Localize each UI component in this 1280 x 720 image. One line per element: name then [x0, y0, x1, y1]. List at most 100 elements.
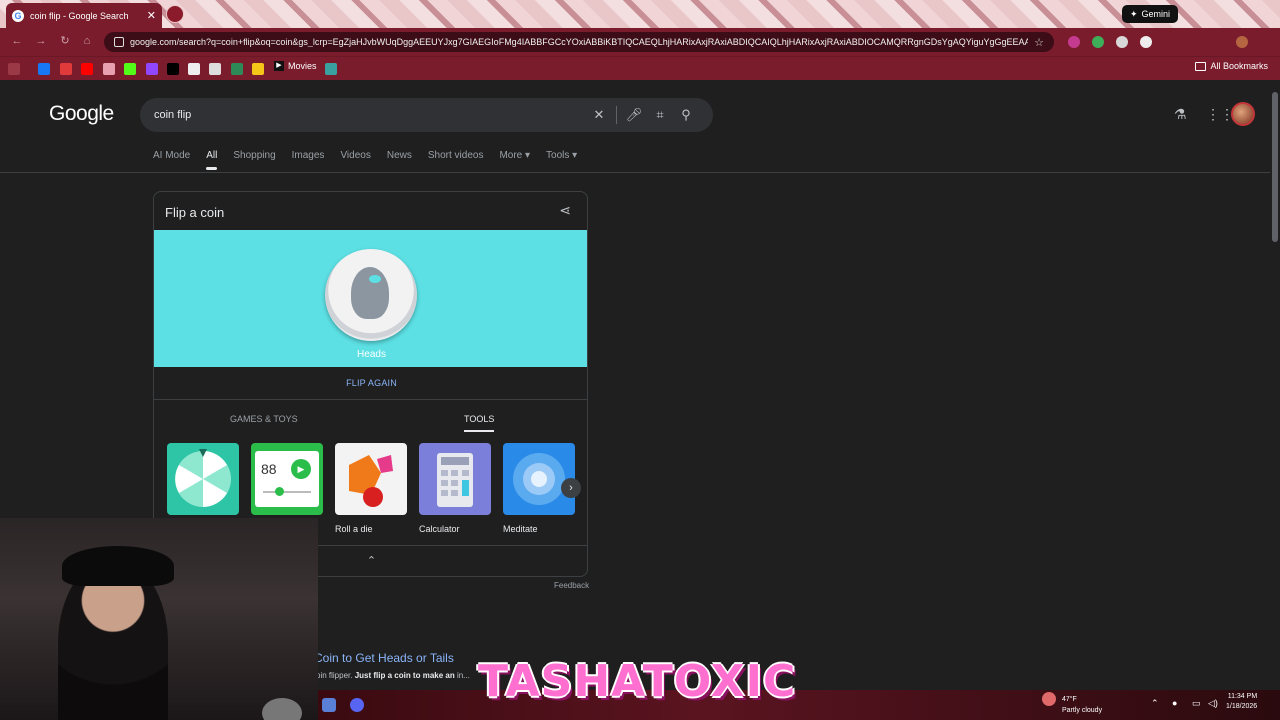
coin-area[interactable]: Heads [154, 230, 587, 367]
weather-icon [1042, 692, 1056, 706]
header-divider [0, 172, 1280, 173]
shield-extension-icon[interactable] [1092, 36, 1104, 48]
volume-icon[interactable]: ◁) [1208, 698, 1218, 709]
sparkle-icon: ✦ [1130, 8, 1138, 19]
calculator-tool[interactable] [419, 443, 491, 515]
laurel-icon [369, 275, 381, 283]
extension-icon[interactable] [1116, 36, 1128, 48]
bookmark-icon[interactable] [252, 63, 264, 75]
tab-tools-card[interactable]: TOOLS [464, 414, 495, 432]
metronome-tool[interactable]: 88 ▶ [251, 443, 323, 515]
search-box[interactable]: coin flip ✕ 🎤︎ ⌗ ⚲ [140, 98, 713, 132]
weather-widget[interactable]: 47°F Partly cloudy [1042, 692, 1102, 716]
result-title[interactable]: Coin to Get Heads or Tails [314, 651, 454, 665]
lens-camera-icon[interactable]: ⌗ [647, 107, 673, 123]
snippet-prefix: oin flipper. [316, 671, 355, 680]
extension-icon[interactable] [1068, 36, 1080, 48]
metronome-panel: 88 ▶ [255, 451, 319, 507]
bookmark-icon[interactable] [103, 63, 115, 75]
microphone-prop [262, 698, 302, 720]
profile-avatar-icon[interactable] [1236, 36, 1248, 48]
search-tabs: AI Mode All Shopping Images Videos News … [153, 150, 593, 170]
slider-track [263, 491, 311, 493]
youtube-bookmark-icon[interactable] [81, 63, 93, 75]
feedback-link[interactable]: Feedback [554, 581, 589, 590]
bookmark-star-icon[interactable]: ☆ [1034, 36, 1044, 49]
tray-chevron-icon[interactable]: ⌃ [1151, 698, 1159, 709]
x-bookmark-icon[interactable] [167, 63, 179, 75]
search-input[interactable]: coin flip [154, 109, 586, 121]
tab-all[interactable]: All [206, 150, 218, 170]
roll-a-die-label: Roll a die [335, 524, 373, 534]
weather-desc: Partly cloudy [1062, 707, 1103, 714]
twitch-bookmark-icon[interactable] [146, 63, 158, 75]
puzzle-extension-icon[interactable] [1140, 36, 1152, 48]
gemini-button[interactable]: ✦ Gemini [1122, 5, 1179, 23]
folder-icon [1195, 61, 1207, 71]
flip-again-button[interactable]: FLIP AGAIN [154, 378, 587, 388]
coin-heads-icon[interactable] [325, 249, 417, 341]
close-tab-icon[interactable]: ✕ [147, 9, 156, 22]
roll-a-die-tool[interactable] [335, 443, 407, 515]
home-icon[interactable]: ⌂ [80, 34, 94, 48]
bookmark-icon[interactable] [60, 63, 72, 75]
slider-thumb [275, 487, 284, 496]
new-tab-button[interactable] [166, 5, 184, 23]
search-icon[interactable]: ⚲ [673, 107, 699, 123]
taskbar [318, 690, 1280, 720]
bookmark-icon[interactable] [325, 63, 337, 75]
site-info-icon[interactable] [114, 37, 124, 47]
tab-images[interactable]: Images [292, 150, 325, 161]
scrollbar-thumb[interactable] [1272, 92, 1278, 242]
bookmark-icon[interactable] [209, 63, 221, 75]
tab-tools[interactable]: Tools ▾ [546, 150, 577, 161]
network-icon[interactable]: ▭ [1192, 698, 1201, 709]
all-bookmarks-button[interactable]: All Bookmarks [1195, 61, 1268, 71]
tab-videos[interactable]: Videos [340, 150, 370, 161]
stream-brand-logo: TASHATOXIC [478, 656, 797, 707]
tab-news[interactable]: News [387, 150, 412, 161]
system-clock[interactable]: 11:34 PM 1/18/2026 [1226, 692, 1257, 712]
labs-flask-icon[interactable]: ⚗ [1174, 106, 1187, 123]
mic-tray-icon[interactable]: ● [1172, 698, 1177, 708]
streamer-hat [62, 546, 174, 586]
apps-icon[interactable] [8, 63, 20, 75]
page-scrollbar[interactable] [1270, 80, 1280, 690]
gemini-label: Gemini [1141, 9, 1171, 19]
snippet-tail: in... [456, 671, 470, 680]
google-favicon-icon: G [12, 9, 24, 22]
chevron-up-icon: ⌃ [366, 555, 377, 567]
tab-shopping[interactable]: Shopping [233, 150, 275, 161]
back-icon[interactable]: ← [10, 34, 24, 48]
bookmark-movies[interactable]: ▶ Movies [274, 61, 317, 71]
browser-tab[interactable]: G coin flip - Google Search ✕ [6, 3, 162, 28]
metronome-bpm: 88 [261, 461, 277, 477]
kick-bookmark-icon[interactable] [124, 63, 136, 75]
tab-strip: G coin flip - Google Search ✕ ✦ Gemini [0, 0, 1280, 28]
tab-ai-mode[interactable]: AI Mode [153, 150, 190, 161]
card-subtabs: GAMES & TOYS TOOLS [154, 399, 587, 435]
tab-short-videos[interactable]: Short videos [428, 150, 484, 161]
coin-profile [351, 267, 389, 319]
google-logo[interactable]: Google [49, 102, 114, 126]
notepad-taskbar-icon[interactable] [322, 698, 336, 712]
carousel-next-icon[interactable]: › [561, 478, 581, 498]
share-icon[interactable]: ⋖ [559, 202, 571, 219]
apps-grid-icon[interactable]: ⋮⋮ [1206, 106, 1234, 123]
clear-icon[interactable]: ✕ [586, 107, 612, 123]
calculator-icon [437, 453, 473, 507]
reload-icon[interactable]: ↻ [58, 34, 72, 48]
forward-icon[interactable]: → [34, 34, 48, 48]
account-avatar[interactable] [1231, 102, 1255, 126]
facebook-bookmark-icon[interactable] [38, 63, 50, 75]
microphone-icon[interactable]: 🎤︎ [621, 107, 647, 123]
bookmark-icon[interactable] [231, 63, 243, 75]
coin-result: Heads [357, 349, 386, 360]
tab-more[interactable]: More ▾ [499, 150, 530, 161]
address-bar[interactable]: google.com/search?q=coin+flip&oq=coin&gs… [104, 32, 1054, 52]
tab-games-toys[interactable]: GAMES & TOYS [230, 414, 298, 424]
webcam-overlay [0, 518, 318, 720]
spinner-tool[interactable] [167, 443, 239, 515]
bookmark-icon[interactable] [188, 63, 200, 75]
discord-taskbar-icon[interactable] [350, 698, 364, 712]
